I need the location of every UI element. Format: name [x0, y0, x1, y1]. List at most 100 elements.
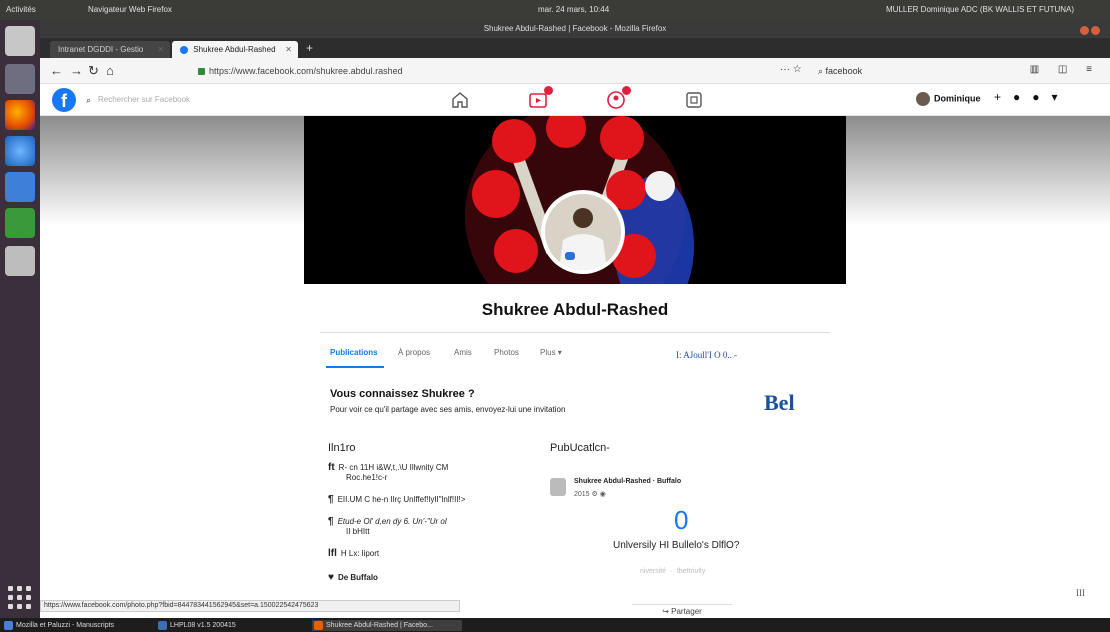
intro-item: ¶ EII.UM C he-n Ilrç Unlffef!lyII"lnlf!II…: [328, 494, 465, 505]
home-icon[interactable]: ⌂: [106, 63, 114, 78]
active-tab-indicator: [326, 366, 384, 368]
privacy-icon: ⚙ ◉: [591, 491, 606, 498]
search-input[interactable]: ⌕ facebook: [810, 62, 980, 80]
intro-item: ft R- cn 11H i&W,t,.\U Illwnity CM Roc.he…: [328, 462, 448, 482]
taskbar-label: LHPL08 v1.5 200415: [170, 622, 236, 629]
nav-watch-icon[interactable]: [526, 86, 553, 112]
post-location-link[interactable]: Buffalo: [657, 478, 681, 485]
search-value: facebook: [825, 66, 863, 76]
library-menu-icons[interactable]: ▥ ◫ ≡: [1030, 64, 1100, 75]
writer-icon[interactable]: [5, 172, 35, 202]
share-button[interactable]: ↪ Partager: [632, 604, 732, 616]
navigation-toolbar: ← → ↻ ⌂ https://www.facebook.com/shukree…: [40, 58, 1110, 84]
intro-subtext: II bHItt: [346, 527, 370, 536]
calc-icon[interactable]: [5, 208, 35, 238]
post-meta: 2015 ⚙ ◉: [574, 490, 606, 498]
user-avatar: [916, 92, 930, 106]
firefox-icon[interactable]: [5, 100, 35, 130]
desktop: Activités Navigateur Web Firefox mar. 24…: [0, 0, 1110, 632]
add-friend-button[interactable]: I: AJoull'I O 0.. -: [676, 350, 737, 360]
notification-badge: [544, 86, 553, 95]
divider: [320, 332, 830, 333]
intro-item: lfl H Lx: liport: [328, 548, 379, 559]
app-icon[interactable]: [5, 64, 35, 94]
intro-heading: Iln1ro: [328, 442, 356, 454]
profile-picture[interactable]: [541, 190, 625, 274]
notification-badge: [622, 86, 631, 95]
know-person-title: Vous connaissez Shukree ?: [330, 388, 475, 400]
new-tab-icon[interactable]: +: [306, 41, 313, 55]
taskbar-label: Mozilla et Paluzzi - Manuscripts: [16, 622, 115, 629]
post-author-link[interactable]: Shukree Abdul-Rashed: [574, 478, 651, 485]
intro-item: ¶ Etud-e Ol' d,en dy 6. Un'-"Ur ol II bHI…: [328, 516, 447, 536]
system-top-bar: Activités Navigateur Web Firefox mar. 24…: [0, 0, 1110, 20]
nav-gaming-icon[interactable]: [682, 88, 706, 112]
window-title-bar: Shukree Abdul-Rashed | Facebook - Mozill…: [40, 20, 1110, 38]
application-dock: [0, 20, 40, 618]
page-actions-icon[interactable]: ··· ☆: [780, 64, 802, 75]
firefox-icon: [314, 621, 323, 630]
tab-friends[interactable]: Amis: [454, 348, 472, 357]
firefox-app-menu[interactable]: Navigateur Web Firefox: [88, 5, 172, 14]
tab-publications[interactable]: Publications: [330, 348, 378, 357]
intro-text: EII.UM C he-n Ilrç Unlffef!lyII"lnlf!II!…: [337, 495, 466, 504]
taskbar-item-active[interactable]: Shukree Abdul-Rashed | Facebo...: [312, 620, 462, 631]
close-tab-icon[interactable]: ✕: [157, 45, 164, 54]
post-author-avatar[interactable]: [550, 478, 566, 496]
user-name: Dominique: [934, 93, 981, 104]
close-tab-icon[interactable]: ✕: [285, 45, 292, 54]
taskbar-item[interactable]: Mozilla et Paluzzi - Manuscripts: [2, 620, 152, 631]
intro-text: Etud-e Ol' d,en dy 6. Un'-"Ur ol: [337, 517, 447, 526]
tab-more[interactable]: Plus ▾: [540, 348, 562, 357]
thunderbird-icon[interactable]: [5, 136, 35, 166]
intro-subtext: Roc.he1!c-r: [346, 473, 388, 482]
bel-annotation: Bel: [764, 390, 795, 415]
window-title: Shukree Abdul-Rashed | Facebook - Mozill…: [483, 24, 667, 33]
post-large-text: 0: [674, 505, 689, 535]
tab-facebook[interactable]: Shukree Abdul-Rashed ✕: [172, 41, 298, 58]
education-icon: ¶: [328, 494, 334, 505]
system-user-menu[interactable]: MULLER Dominique ADC (BK WALLIS ET FUTUN…: [886, 5, 1074, 14]
tab-photos[interactable]: Photos: [494, 348, 519, 357]
tab-label: Shukree Abdul-Rashed: [193, 45, 276, 54]
profile-name: Shukree Abdul-Rashed: [481, 300, 669, 319]
know-person-text: Pour voir ce qu'il partage avec ses amis…: [330, 405, 566, 414]
camera-icon[interactable]: [5, 246, 35, 276]
files-icon[interactable]: [5, 26, 35, 56]
window-controls[interactable]: [1074, 24, 1104, 35]
nav-home-icon[interactable]: [448, 88, 472, 112]
taskbar-label: Shukree Abdul-Rashed | Facebo...: [326, 622, 433, 629]
url-bar[interactable]: https://www.facebook.com/shukree.abdul.r…: [190, 62, 710, 80]
intro-text: H Lx: liport: [340, 549, 380, 558]
facebook-search-input[interactable]: ⌕ Rechercher sur Facebook: [84, 90, 224, 110]
tab-intranet[interactable]: Intranet DGDDI - Gestio ✕: [50, 41, 170, 58]
activities-button[interactable]: Activités: [6, 5, 36, 14]
search-icon: ⌕: [818, 66, 826, 76]
post-university-text: Unlversily HI Bullelo's DlflO?: [613, 540, 740, 551]
current-user-button[interactable]: Dominique: [916, 92, 981, 106]
show-applications-icon[interactable]: [8, 586, 32, 610]
tab-about[interactable]: À propos: [398, 348, 430, 357]
intro-text: De Buffalo: [337, 573, 378, 582]
intro-item: ♥ De Buffalo: [328, 572, 382, 583]
facebook-header: f ⌕ Rechercher sur Facebook Dominique +●…: [40, 84, 1110, 116]
search-placeholder: Rechercher sur Facebook: [98, 95, 191, 104]
forward-icon[interactable]: →: [70, 63, 83, 78]
intro-text: R- cn 11H i&W,t,.\U Illwnity CM: [338, 463, 449, 472]
post-date[interactable]: 2015: [574, 491, 590, 498]
reload-icon[interactable]: ↻: [88, 63, 99, 79]
back-icon[interactable]: ←: [50, 63, 63, 78]
url-text: https://www.facebook.com/shukree.abdul.r…: [209, 66, 403, 76]
tab-strip: Intranet DGDDI - Gestio ✕ Shukree Abdul-…: [40, 38, 1110, 58]
home-location-icon: lfl: [328, 548, 337, 559]
nav-groups-icon[interactable]: [604, 86, 631, 112]
post-faint-text: niversité ··· thettriulty: [640, 568, 706, 575]
corner-mark: III: [1076, 588, 1085, 598]
work-icon: ft: [328, 462, 335, 473]
system-clock[interactable]: mar. 24 mars, 10:44: [538, 5, 609, 14]
header-actions[interactable]: +●●▾: [994, 90, 1070, 104]
facebook-logo-icon[interactable]: f: [52, 88, 76, 112]
location-pin-icon: ♥: [328, 572, 334, 583]
taskbar-item[interactable]: LHPL08 v1.5 200415: [156, 620, 306, 631]
tab-label: Intranet DGDDI - Gestio: [58, 45, 144, 54]
